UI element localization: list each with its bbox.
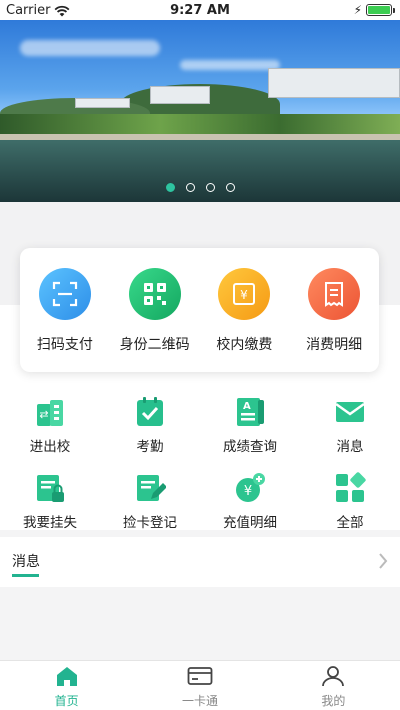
carousel-dot[interactable]	[165, 183, 175, 192]
attendance-button[interactable]: 考勤	[100, 395, 200, 455]
campus-access-button[interactable]: ⇄ 进出校	[0, 395, 100, 455]
campus-payment-button[interactable]: ¥ 校内缴费	[201, 268, 287, 354]
home-icon	[56, 667, 77, 686]
recharge-detail-icon: ¥	[233, 471, 267, 505]
svg-text:¥: ¥	[241, 288, 249, 302]
consumption-detail-label: 消费明细	[306, 337, 363, 353]
recharge-detail-button[interactable]: ¥ 充值明细	[200, 471, 300, 531]
message-icon	[333, 395, 367, 429]
message-button[interactable]: 消息	[300, 395, 400, 455]
consumption-detail-icon	[308, 268, 361, 320]
scan-pay-label: 扫码支付	[36, 337, 93, 353]
consumption-detail-button[interactable]: 消费明细	[291, 268, 377, 354]
tab-profile-label: 我的	[321, 694, 346, 708]
grade-query-label: 成绩查询	[223, 439, 277, 455]
found-card-label: 捡卡登记	[123, 515, 177, 531]
banner-carousel[interactable]	[0, 20, 400, 202]
chevron-right-icon[interactable]	[378, 552, 388, 570]
report-loss-button[interactable]: 我要挂失	[0, 471, 100, 531]
profile-icon	[322, 666, 345, 687]
messages-title: 消息	[12, 554, 40, 570]
tab-campus-card[interactable]: 一卡通	[133, 661, 266, 710]
svg-text:A: A	[243, 401, 251, 412]
report-loss-label: 我要挂失	[23, 515, 77, 531]
tab-home[interactable]: 首页	[0, 661, 133, 710]
all-apps-icon	[333, 471, 367, 505]
carousel-dot[interactable]	[225, 183, 235, 192]
message-label: 消息	[336, 439, 364, 455]
campus-access-icon: ⇄	[33, 395, 67, 429]
campus-payment-label: 校内缴费	[216, 337, 273, 353]
tab-campus-card-label: 一卡通	[181, 694, 218, 708]
status-bar: Carrier 9:27 AM ⚡	[0, 0, 400, 20]
attendance-icon	[133, 395, 167, 429]
campus-access-label: 进出校	[29, 439, 71, 455]
qr-code-icon	[128, 268, 181, 320]
found-card-icon	[133, 471, 167, 505]
attendance-label: 考勤	[136, 439, 164, 455]
svg-text:⇄: ⇄	[39, 408, 48, 421]
grade-query-button[interactable]: A 成绩查询	[200, 395, 300, 455]
clock: 9:27 AM	[170, 3, 230, 18]
services-grid: ⇄ 进出校 考勤 A 成绩查询 消息 我要挂失 捡卡登记 ¥ 充值明细 全部	[0, 395, 400, 531]
all-apps-label: 全部	[336, 515, 364, 531]
messages-title-underline	[12, 574, 39, 577]
grade-query-icon: A	[233, 395, 267, 429]
identity-qr-button[interactable]: 身份二维码	[112, 268, 198, 354]
carousel-dot[interactable]	[205, 183, 215, 192]
found-card-button[interactable]: 捡卡登记	[100, 471, 200, 531]
tab-home-label: 首页	[54, 694, 79, 708]
identity-qr-label: 身份二维码	[119, 337, 190, 353]
battery-icon	[366, 4, 395, 16]
carousel-indicator	[0, 183, 400, 192]
recharge-detail-label: 充值明细	[223, 515, 277, 531]
svg-text:¥: ¥	[244, 484, 252, 499]
quick-actions-card: 扫码支付 身份二维码 ¥ 校内缴费 消费明细	[20, 248, 379, 372]
scan-pay-button[interactable]: 扫码支付	[22, 268, 108, 354]
tab-profile[interactable]: 我的	[267, 661, 400, 710]
scan-pay-icon	[38, 268, 91, 320]
card-icon	[187, 667, 213, 685]
report-loss-icon	[33, 471, 67, 505]
messages-section[interactable]: 消息	[0, 537, 400, 587]
tab-bar: 首页 一卡通 我的	[0, 660, 400, 710]
campus-payment-icon: ¥	[218, 268, 271, 320]
charging-icon: ⚡	[353, 3, 362, 17]
carousel-dot[interactable]	[185, 183, 195, 192]
all-apps-button[interactable]: 全部	[300, 471, 400, 531]
